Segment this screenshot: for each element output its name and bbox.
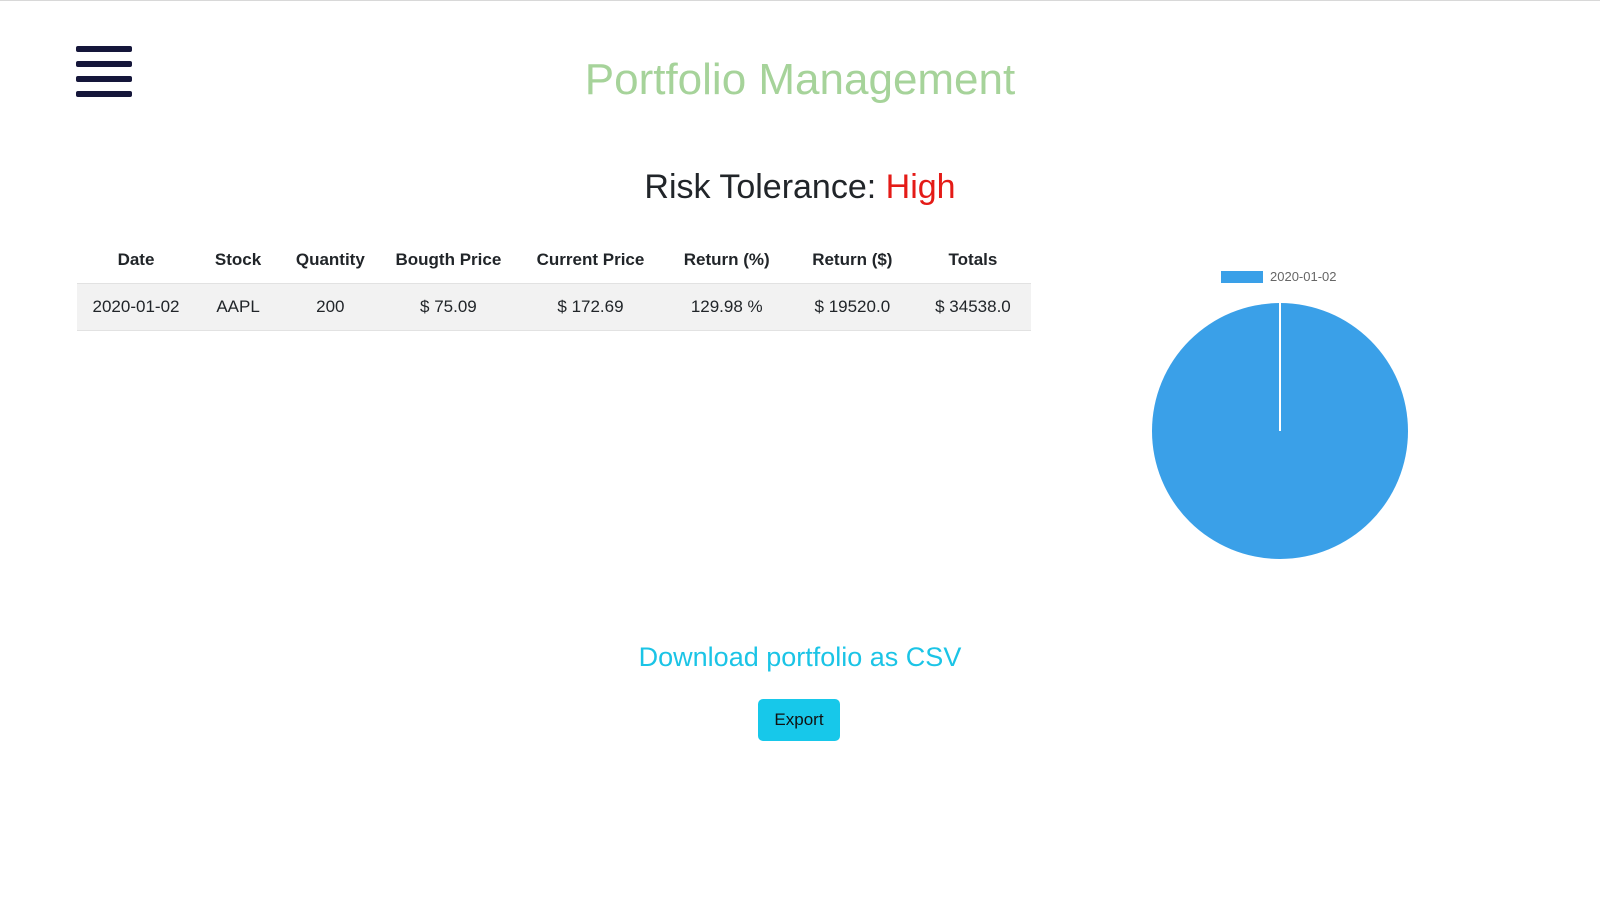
cell-date: 2020-01-02 <box>77 283 195 331</box>
column-header-totals: Totals <box>914 237 1031 284</box>
menu-bar-top <box>76 46 132 52</box>
page-title: Portfolio Management <box>584 55 1016 104</box>
portfolio-pie-chart: 2020-01-02 <box>1120 266 1440 566</box>
cell-current-price: $ 172.69 <box>517 283 664 331</box>
risk-tolerance-label: Risk Tolerance: <box>644 168 877 206</box>
cell-return-dollar: $ 19520.0 <box>789 283 915 331</box>
download-csv-link-text[interactable]: Download portfolio as CSV <box>639 642 962 672</box>
cell-bought-price: $ 75.09 <box>379 283 518 331</box>
download-csv-link[interactable]: Download portfolio as CSV <box>0 640 1600 674</box>
column-header-current-price: Current Price <box>517 237 664 284</box>
cell-stock: AAPL <box>195 283 282 331</box>
cell-return-percent: 129.98 % <box>663 283 790 331</box>
column-header-quantity: Quantity <box>281 237 380 284</box>
table-row: 2020-01-02 AAPL 200 $ 75.09 $ 172.69 129… <box>77 283 1031 331</box>
column-header-return-dollar: Return ($) <box>789 237 915 284</box>
risk-tolerance-value: High <box>885 168 956 206</box>
legend-label: 2020-01-02 <box>1270 269 1337 284</box>
risk-tolerance: Risk Tolerance: High <box>0 167 1600 207</box>
cell-quantity: 200 <box>281 283 380 331</box>
column-header-bought-price: Bougth Price <box>379 237 518 284</box>
column-header-stock: Stock <box>195 237 282 284</box>
top-border <box>0 0 1600 1</box>
table-header-row: Date Stock Quantity Bougth Price Current… <box>77 237 1031 284</box>
legend-swatch[interactable] <box>1221 271 1263 283</box>
portfolio-table: Date Stock Quantity Bougth Price Current… <box>77 237 1031 331</box>
cell-totals: $ 34538.0 <box>914 283 1031 331</box>
pie-chart-svg: 2020-01-02 <box>1152 269 1408 559</box>
export-button[interactable]: Export <box>758 699 840 741</box>
column-header-return-percent: Return (%) <box>663 237 790 284</box>
column-header-date: Date <box>77 237 195 284</box>
